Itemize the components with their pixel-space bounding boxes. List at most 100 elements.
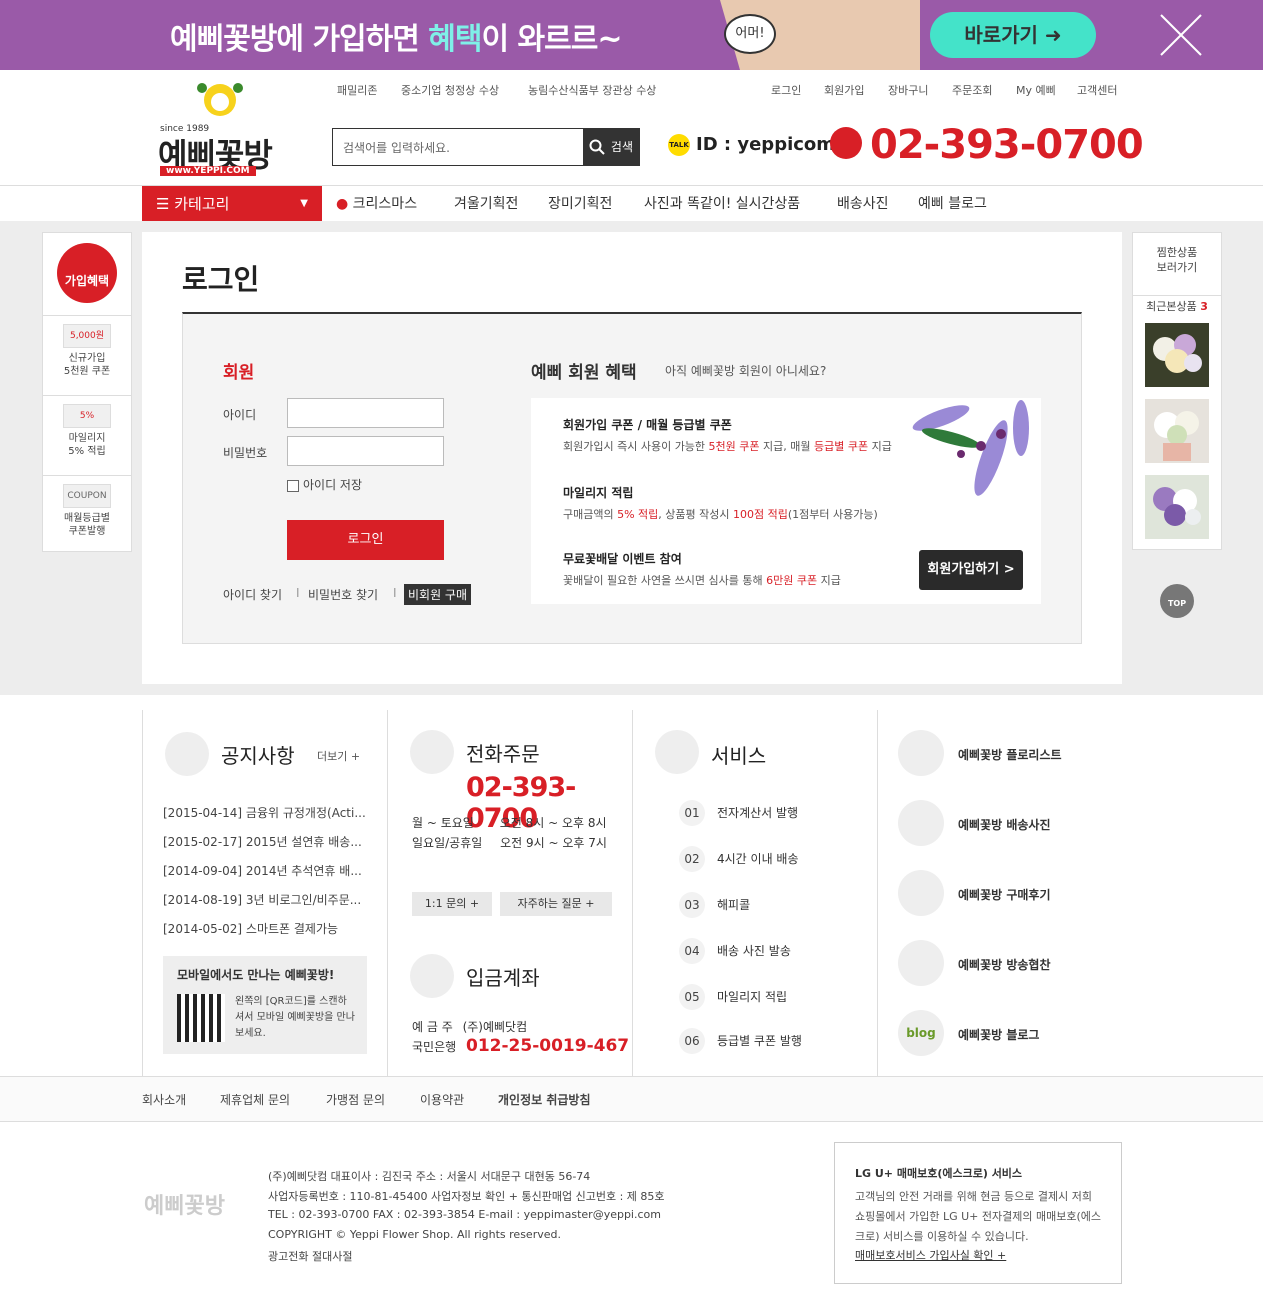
notice-title: 공지사항 <box>221 744 295 768</box>
bank-holder: 예 금 주 (주)예삐닷컴 <box>412 1020 528 1034</box>
notice-item[interactable]: [2015-02-17] 2015년 설연휴 배송... <box>163 833 362 850</box>
footer-link-company[interactable]: 회사소개 <box>142 1091 186 1108</box>
logo-url: www.YEPPI.COM <box>160 166 256 176</box>
benefit-2-desc: 구매금액의 5% 적립, 상품평 작성시 100점 적립(1점부터 사용가능) <box>563 508 878 521</box>
lavender-flower-image <box>912 400 1029 496</box>
benefit-2-title: 마일리지 적립 <box>563 486 634 500</box>
service-column: 서비스 01 전자계산서 발행 02 4시간 이내 배송 03 해피콜 04 배송 사진… <box>632 710 877 1076</box>
search-box: 검색어를 입력하세요. 검색 <box>332 128 640 166</box>
bank-title: 입금계좌 <box>466 966 540 990</box>
search-input[interactable]: 검색어를 입력하세요. <box>343 139 450 156</box>
benefit-3-title: 무료꽃배달 이벤트 참여 <box>563 552 682 566</box>
pencil-icon <box>898 870 944 916</box>
copyright-line: COPYRIGHT © Yeppi Flower Shop. All right… <box>268 1228 561 1241</box>
kakao-id[interactable]: TALK ID : yeppicom <box>668 134 835 156</box>
nav-item-delivery-photo[interactable]: 배송사진 <box>837 186 889 222</box>
footer-link-privacy[interactable]: 개인정보 취급방침 <box>498 1091 591 1108</box>
wishlist-link[interactable]: 찜한상품 보러가기 <box>1133 245 1221 275</box>
footer-nav: 회사소개 제휴업체 문의 가맹점 문의 이용약관 개인정보 취급방침 <box>0 1076 1263 1122</box>
link-reviews[interactable]: 예삐꽃방 구매후기 <box>958 886 1051 903</box>
login-box: 회원 아이디 비밀번호 아이디 저장 로그인 아이디 찾기 I 비밀번호 찾기 … <box>182 312 1082 644</box>
benefit-3-desc: 꽃배달이 필요한 사연을 쓰시면 심사를 통해 6만원 쿠폰 지급 <box>563 574 841 587</box>
recent-product-thumb[interactable] <box>1145 323 1209 387</box>
link-join[interactable]: 회원가입 <box>824 82 864 98</box>
nav-item-rose[interactable]: 장미기획전 <box>548 186 612 222</box>
divider: I <box>296 586 300 600</box>
service-item: 01 전자계산서 발행 <box>679 800 798 826</box>
nav-item-christmas[interactable]: ● 크리스마스 <box>336 186 417 222</box>
service-item: 02 4시간 이내 배송 <box>679 846 799 872</box>
find-password-link[interactable]: 비밀번호 찾기 <box>308 586 378 603</box>
hours-holiday: 일요일/공휴일 오전 9시 ~ 오후 7시 <box>412 836 607 850</box>
sidebar-item-label: 마일리지 5% 적립 <box>68 433 106 457</box>
sidebar-item-label: 신규가입 5천원 쿠폰 <box>63 353 111 377</box>
notice-item[interactable]: [2014-08-19] 3년 비로그인/비주문... <box>163 891 361 908</box>
join-benefit-badge[interactable]: 가입혜택 <box>57 243 117 303</box>
phone-icon <box>830 127 862 159</box>
megaphone-icon <box>165 732 209 776</box>
service-item: 04 배송 사진 발송 <box>679 938 791 964</box>
save-id-checkbox[interactable]: 아이디 저장 <box>287 476 362 493</box>
benefit-panel: 회원가입 쿠폰 / 매월 등급별 쿠폰 회원가입시 즉시 사용이 가능한 5천원… <box>531 398 1041 604</box>
bank-account: 국민은행 012-25-0019-467 <box>412 1036 630 1056</box>
link-order-check[interactable]: 주문조회 <box>952 82 992 98</box>
notice-item[interactable]: [2014-09-04] 2014년 추석연휴 배... <box>163 862 362 879</box>
id-field[interactable] <box>287 398 444 428</box>
link-award-1[interactable]: 중소기업 청정상 수상 <box>401 82 499 98</box>
nav-item-realtime[interactable]: 사진과 똑같이! 실시간상품 <box>644 186 800 222</box>
notice-more-link[interactable]: 더보기 + <box>317 748 360 764</box>
recent-product-thumb[interactable] <box>1145 475 1209 539</box>
benefit-1-desc: 회원가입시 즉시 사용이 가능한 5천원 쿠폰 지급, 매월 등급별 쿠폰 지급 <box>563 440 892 453</box>
qa-button[interactable]: 1:1 문의 + <box>412 892 492 916</box>
bank-won-icon <box>410 954 454 998</box>
link-delivery-photos[interactable]: 예삐꽃방 배송사진 <box>958 816 1051 833</box>
notice-item[interactable]: [2014-05-02] 스마트폰 결제가능 <box>163 920 338 937</box>
password-field[interactable] <box>287 436 444 466</box>
login-button[interactable]: 로그인 <box>287 520 444 560</box>
recent-product-thumb[interactable] <box>1145 399 1209 463</box>
footer-link-partnership[interactable]: 제휴업체 문의 <box>220 1091 290 1108</box>
service-item: 06 등급별 쿠폰 발행 <box>679 1028 802 1054</box>
nav-item-winter[interactable]: 겨울기획전 <box>454 186 518 222</box>
category-menu-button[interactable]: ☰ 카테고리 ▼ <box>142 186 322 222</box>
notice-column: 공지사항 더보기 + [2015-04-14] 금융위 규정개정(Acti...… <box>142 710 387 1076</box>
sidebar-item-new-coupon[interactable]: 5,000원 신규가입 5천원 쿠폰 <box>43 315 131 393</box>
link-award-2[interactable]: 농림수산식품부 장관상 수상 <box>528 82 656 98</box>
sidebar-item-monthly-coupon[interactable]: COUPON 매월등급별 쿠폰발행 <box>43 475 131 553</box>
banner-text: 예삐꽃방에 가입하면 혜택이 와르르~ <box>170 22 622 57</box>
search-button[interactable]: 검색 <box>583 129 639 165</box>
sidebar-item-mileage[interactable]: 5% 마일리지 5% 적립 <box>43 395 131 473</box>
hours-weekday: 월 ~ 토요일 오전 8시 ~ 오후 8시 <box>412 816 607 830</box>
site-logo[interactable]: since 1989 예삐꽃방 www.YEPPI.COM <box>158 78 308 178</box>
footer-link-terms[interactable]: 이용약관 <box>420 1091 464 1108</box>
banner-go-button[interactable]: 바로가기 ➜ <box>930 12 1096 58</box>
promo-banner[interactable]: 예삐꽃방에 가입하면 혜택이 와르르~ 어머! 바로가기 ➜ <box>0 0 1263 70</box>
join-button[interactable]: 회원가입하기 > <box>919 550 1023 590</box>
blog-icon: blog <box>898 1010 944 1056</box>
link-florist[interactable]: 예삐꽃방 플로리스트 <box>958 746 1062 763</box>
guest-purchase-button[interactable]: 비회원 구매 <box>404 584 472 605</box>
coupon-icon: 5,000원 <box>63 324 111 348</box>
find-id-link[interactable]: 아이디 찾기 <box>223 586 282 603</box>
scroll-top-button[interactable]: TOP <box>1160 584 1194 618</box>
escrow-link[interactable]: 매매보호서비스 가입사실 확인 + <box>855 1247 1101 1263</box>
link-broadcast[interactable]: 예삐꽃방 방송협찬 <box>958 956 1051 973</box>
nav-item-blog[interactable]: 예삐 블로그 <box>918 186 987 222</box>
link-login[interactable]: 로그인 <box>771 82 801 98</box>
thumbs-up-icon <box>655 730 699 774</box>
camera-icon <box>898 800 944 846</box>
faq-button[interactable]: 자주하는 질문 + <box>500 892 612 916</box>
chevron-down-icon: ▼ <box>300 198 308 209</box>
phone-order-title: 전화주문 <box>466 742 540 766</box>
kakao-talk-icon: TALK <box>668 134 690 156</box>
notice-item[interactable]: [2015-04-14] 금융위 규정개정(Acti... <box>163 804 366 821</box>
link-my-yeppi[interactable]: My 예삐 <box>1016 82 1056 98</box>
footer-link-franchise[interactable]: 가맹점 문의 <box>326 1091 385 1108</box>
link-customer-center[interactable]: 고객센터 <box>1077 82 1117 98</box>
link-blog[interactable]: 예삐꽃방 블로그 <box>958 1026 1039 1043</box>
close-icon[interactable] <box>1156 10 1206 60</box>
mobile-desc: 왼쪽의 [QR코드]를 스캔하셔서 모바일 예삐꽃방을 만나보세요. <box>235 996 355 1039</box>
link-cart[interactable]: 장바구니 <box>888 82 928 98</box>
escrow-box: LG U+ 매매보호(에스크로) 서비스 고객님의 안전 거래를 위해 현금 등… <box>834 1142 1122 1284</box>
link-family-zone[interactable]: 패밀리존 <box>337 82 377 98</box>
